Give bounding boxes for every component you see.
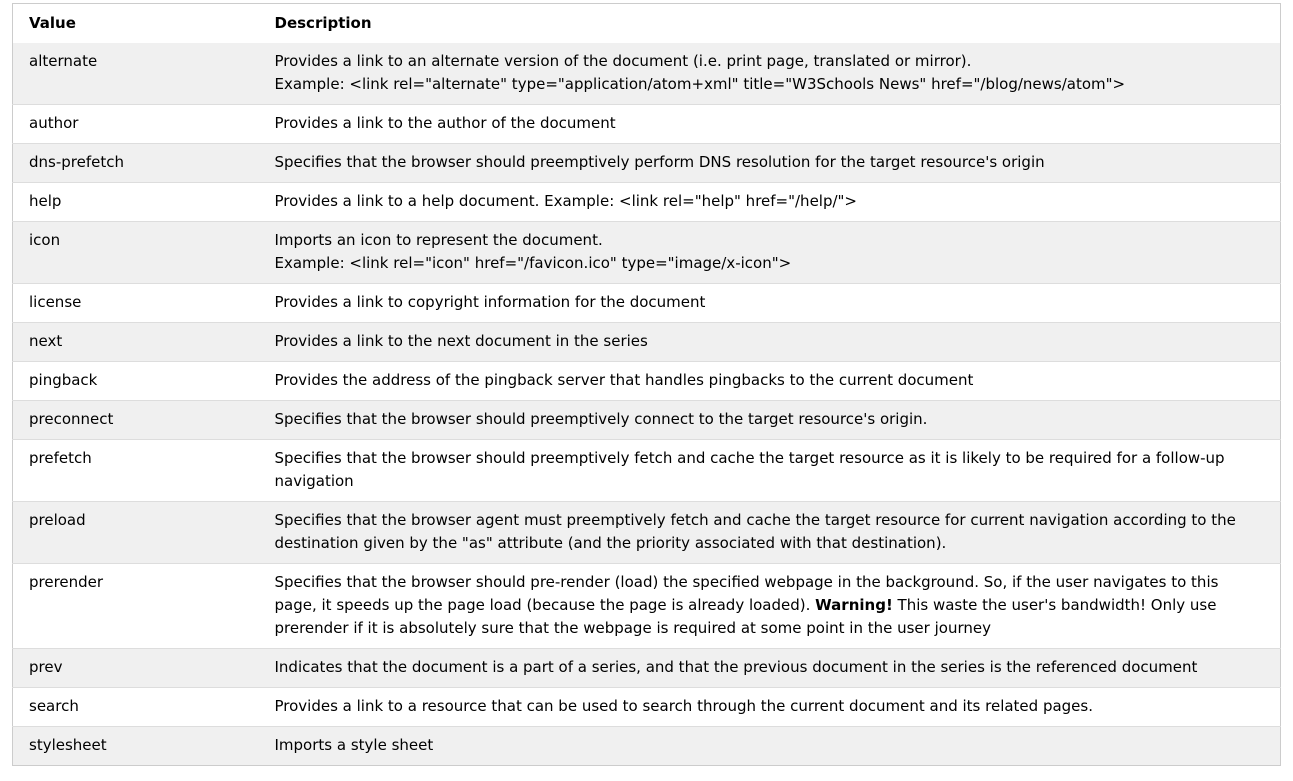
description-cell: Specifies that the browser should pre-re… (259, 564, 1281, 649)
description-line: Provides the address of the pingback ser… (274, 371, 974, 389)
table-row: next Provides a link to the next document… (12, 322, 1281, 362)
description-line: Example: <link rel="alternate" type="app… (274, 75, 1126, 93)
description-cell: Provides a link to an alternate version … (259, 43, 1281, 105)
description-cell: Specifies that the browser should preemp… (259, 401, 1281, 440)
table-row: help Provides a link to a help document. … (12, 182, 1281, 222)
description-cell: Imports a style sheet (259, 727, 1281, 766)
value-cell: dns-prefetch (29, 153, 124, 171)
description-cell: Specifies that the browser should preemp… (259, 440, 1281, 502)
description-line: Specifies that the browser agent must pr… (274, 511, 1236, 552)
value-cell: prerender (29, 573, 104, 591)
table-row: prerender Specifies that the browser shou… (12, 563, 1281, 649)
value-cell: prefetch (29, 449, 92, 467)
description-line: Specifies that the browser should preemp… (274, 410, 928, 428)
value-cell: prev (29, 658, 63, 676)
description-line: Provides a link to a help document. Exam… (274, 192, 858, 210)
description-cell: Provides the address of the pingback ser… (259, 362, 1281, 401)
table-row: search Provides a link to a resource that… (12, 687, 1281, 727)
value-cell: stylesheet (29, 736, 107, 754)
description-line: Specifies that the browser should preemp… (274, 153, 1045, 171)
description-cell: Provides a link to copyright information… (259, 284, 1281, 323)
value-cell: search (29, 697, 79, 715)
value-cell: preload (29, 511, 86, 529)
table-row: prev Indicates that the document is a par… (12, 648, 1281, 688)
description-line: Imports an icon to represent the documen… (274, 231, 603, 249)
link-rel-values-table: Value Description alternate Provides a li… (12, 3, 1281, 766)
value-cell: icon (29, 231, 61, 249)
link-rel-values-table-container: Value Description alternate Provides a li… (12, 3, 1281, 766)
value-cell: license (29, 293, 82, 311)
description-cell: Provides a link to the author of the doc… (259, 105, 1281, 144)
description-line: Provides a link to copyright information… (274, 293, 706, 311)
header-value: Value (29, 14, 76, 32)
table-row: license Provides a link to copyright info… (12, 283, 1281, 323)
value-cell: pingback (29, 371, 98, 389)
description-cell: Specifies that the browser agent must pr… (259, 502, 1281, 564)
description-line: Specifies that the browser should preemp… (274, 449, 1225, 490)
table-row: icon Imports an icon to represent the doc… (12, 221, 1281, 284)
description-cell: Provides a link to a help document. Exam… (259, 183, 1281, 222)
value-cell: author (29, 114, 79, 132)
description-cell: Imports an icon to represent the documen… (259, 222, 1281, 284)
table-row: preload Specifies that the browser agent … (12, 501, 1281, 564)
table-header-row: Value Description (12, 3, 1281, 43)
description-cell: Indicates that the document is a part of… (259, 649, 1281, 688)
description-line: Provides a link to the author of the doc… (274, 114, 616, 132)
description-line: Imports a style sheet (274, 736, 434, 754)
description-cell: Specifies that the browser should preemp… (259, 144, 1281, 183)
header-description: Description (274, 14, 372, 32)
value-cell: preconnect (29, 410, 114, 428)
warning-text: Warning! (815, 596, 893, 614)
description-line: Example: <link rel="icon" href="/favicon… (274, 254, 792, 272)
table-row: alternate Provides a link to an alternate… (12, 43, 1281, 105)
description-line: Provides a link to the next document in … (274, 332, 648, 350)
table-row: dns-prefetch Specifies that the browser s… (12, 143, 1281, 183)
description-line: Indicates that the document is a part of… (274, 658, 1198, 676)
value-cell: help (29, 192, 62, 210)
value-cell: next (29, 332, 63, 350)
table-row: preconnect Specifies that the browser sho… (12, 400, 1281, 440)
table-row: stylesheet Imports a style sheet (12, 726, 1281, 766)
description-cell: Provides a link to a resource that can b… (259, 688, 1281, 727)
table-row: author Provides a link to the author of t… (12, 104, 1281, 144)
description-line: Provides a link to a resource that can b… (274, 697, 1094, 715)
description-line: Provides a link to an alternate version … (274, 52, 972, 70)
table-row: prefetch Specifies that the browser shoul… (12, 439, 1281, 502)
value-cell: alternate (29, 52, 98, 70)
table-row: pingback Provides the address of the ping… (12, 361, 1281, 401)
description-cell: Provides a link to the next document in … (259, 323, 1281, 362)
